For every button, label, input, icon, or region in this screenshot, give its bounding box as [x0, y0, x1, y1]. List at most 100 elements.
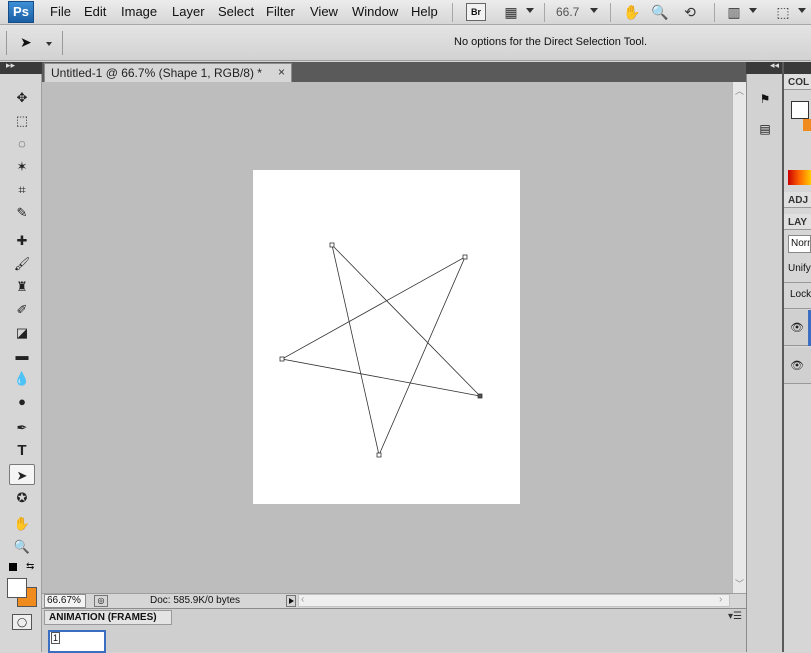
vertical-scrollbar[interactable]: ︿ ﹀	[732, 82, 746, 593]
status-bar: 66.67% ◎ Doc: 585.9K/0 bytes ‹ ›	[42, 593, 746, 608]
hand-icon[interactable]: ✋	[622, 3, 642, 21]
default-colors-icon[interactable]	[9, 563, 17, 571]
horizontal-scrollbar[interactable]: ‹ ›	[298, 594, 730, 607]
clone-stamp-tool-icon[interactable]: ♜	[9, 276, 35, 297]
options-grip	[6, 31, 7, 55]
menu-layer[interactable]: Layer	[172, 4, 205, 19]
color-ramp[interactable]	[788, 170, 811, 185]
eye-icon[interactable]: 👁	[790, 359, 804, 372]
document-tab-title: Untitled-1 @ 66.7% (Shape 1, RGB/8) *	[51, 66, 262, 80]
anchor-point	[329, 242, 335, 248]
zoom-icon[interactable]: 🔍	[650, 3, 670, 21]
animation-panel-tab[interactable]: ANIMATION (FRAMES)	[44, 610, 172, 625]
animation-frame[interactable]: 1	[48, 630, 106, 653]
toolbox-header[interactable]: ▸▸	[0, 60, 42, 74]
separator	[62, 31, 63, 55]
color-background-swatch[interactable]	[803, 119, 811, 131]
options-message: No options for the Direct Selection Tool…	[454, 36, 648, 48]
eye-icon[interactable]: 👁	[790, 321, 804, 334]
scroll-up-icon[interactable]: ︿	[735, 84, 744, 97]
separator	[544, 3, 545, 22]
dodge-tool-icon[interactable]: ●	[9, 391, 35, 412]
star-path[interactable]	[253, 170, 520, 504]
chevron-down-icon[interactable]	[590, 8, 598, 13]
layer-row-shape[interactable]: 👁	[784, 310, 811, 346]
zoom-level-select[interactable]: 66.7	[556, 5, 579, 19]
eraser-tool-icon[interactable]: ◪	[9, 322, 35, 343]
anchor-point	[462, 254, 468, 260]
adjustments-panel-tab[interactable]: ADJ	[788, 195, 808, 206]
history-panel-icon[interactable]: ⚑	[756, 90, 774, 108]
menu-select[interactable]: Select	[218, 4, 254, 19]
screen-mode-icon[interactable]: ⬚	[773, 3, 793, 21]
rotate-view-icon[interactable]: ⟲	[680, 3, 700, 21]
arrange-documents-icon[interactable]: ▥	[724, 3, 744, 21]
menu-filter[interactable]: Filter	[266, 4, 295, 19]
menu-help[interactable]: Help	[411, 4, 438, 19]
canvas-area[interactable]	[42, 82, 732, 593]
anchor-point	[376, 452, 382, 458]
direct-selection-tool-icon[interactable]: ➤	[20, 34, 32, 51]
brush-tool-icon[interactable]: 🖌	[9, 253, 35, 274]
right-icon-dock	[746, 62, 782, 652]
separator	[452, 3, 453, 22]
document-tab[interactable]: Untitled-1 @ 66.7% (Shape 1, RGB/8) * ×	[44, 63, 292, 82]
type-tool-icon[interactable]: T	[9, 440, 35, 461]
foreground-color-swatch[interactable]	[7, 578, 27, 598]
expand-icon: ▸▸	[6, 60, 16, 70]
hand-tool-icon[interactable]: ✋	[9, 513, 35, 534]
pen-tool-icon[interactable]: ✒	[9, 417, 35, 438]
menu-window[interactable]: Window	[352, 4, 398, 19]
scroll-right-icon[interactable]: ›	[719, 594, 722, 605]
menu-file[interactable]: File	[50, 4, 71, 19]
move-tool-icon[interactable]: ✥	[9, 87, 35, 108]
menu-image[interactable]: Image	[121, 4, 157, 19]
document-size: Doc: 585.9K/0 bytes	[150, 595, 241, 606]
lasso-tool-icon[interactable]: ◌	[9, 133, 35, 154]
dock-header[interactable]: ◂◂	[746, 60, 782, 74]
direct-selection-tool-icon[interactable]: ➤	[9, 464, 35, 485]
divider	[784, 308, 811, 309]
panel-menu-icon[interactable]: ▾☰	[728, 611, 742, 622]
view-extras-icon[interactable]: ▦	[501, 3, 521, 21]
unify-label: Unify	[788, 263, 811, 274]
anchor-point	[279, 356, 285, 362]
document-canvas[interactable]	[253, 170, 520, 504]
scroll-left-icon[interactable]: ‹	[301, 594, 304, 605]
quick-mask-icon[interactable]: ◯	[12, 614, 32, 630]
anchor-point-selected	[477, 393, 483, 399]
color-panel-tab[interactable]: COL	[788, 77, 809, 88]
blend-mode-select[interactable]: Norn	[788, 235, 811, 253]
zoom-status-field[interactable]: 66.67%	[44, 594, 86, 608]
magic-wand-tool-icon[interactable]: ✶	[9, 156, 35, 177]
menu-view[interactable]: View	[310, 4, 338, 19]
custom-shape-tool-icon[interactable]: ✪	[9, 487, 35, 508]
healing-brush-tool-icon[interactable]: ✚	[9, 230, 35, 251]
options-bar: ➤ No options for the Direct Selection To…	[0, 25, 811, 61]
menu-edit[interactable]: Edit	[84, 4, 106, 19]
status-info-icon[interactable]: ◎	[94, 595, 108, 607]
swap-colors-icon[interactable]: ⇆	[26, 561, 34, 572]
gradient-tool-icon[interactable]: ▬	[9, 345, 35, 366]
color-foreground-swatch[interactable]	[791, 101, 809, 119]
zoom-tool-icon[interactable]: 🔍	[9, 536, 35, 557]
close-icon[interactable]: ×	[278, 65, 285, 79]
panels-header[interactable]	[784, 62, 811, 74]
lock-label: Lock	[790, 289, 811, 300]
crop-tool-icon[interactable]: ⌗	[9, 179, 35, 200]
scroll-down-icon[interactable]: ﹀	[735, 577, 744, 590]
eyedropper-tool-icon[interactable]: ✎	[9, 202, 35, 223]
layer-row-background[interactable]: 👁	[784, 348, 811, 384]
actions-panel-icon[interactable]: ▤	[756, 120, 774, 138]
chevron-down-icon[interactable]	[526, 8, 534, 13]
bridge-button[interactable]: Br	[466, 3, 486, 21]
marquee-tool-icon[interactable]: ⬚	[9, 110, 35, 131]
photoshop-logo[interactable]: Ps	[8, 1, 34, 23]
blur-tool-icon[interactable]: 💧	[9, 368, 35, 389]
tool-preset-chevron-icon[interactable]	[46, 42, 52, 46]
history-brush-tool-icon[interactable]: ✐	[9, 299, 35, 320]
chevron-down-icon[interactable]	[798, 8, 806, 13]
chevron-down-icon[interactable]	[749, 8, 757, 13]
status-menu-arrow-icon[interactable]	[286, 595, 296, 607]
layers-panel-tab[interactable]: LAY	[788, 217, 807, 228]
